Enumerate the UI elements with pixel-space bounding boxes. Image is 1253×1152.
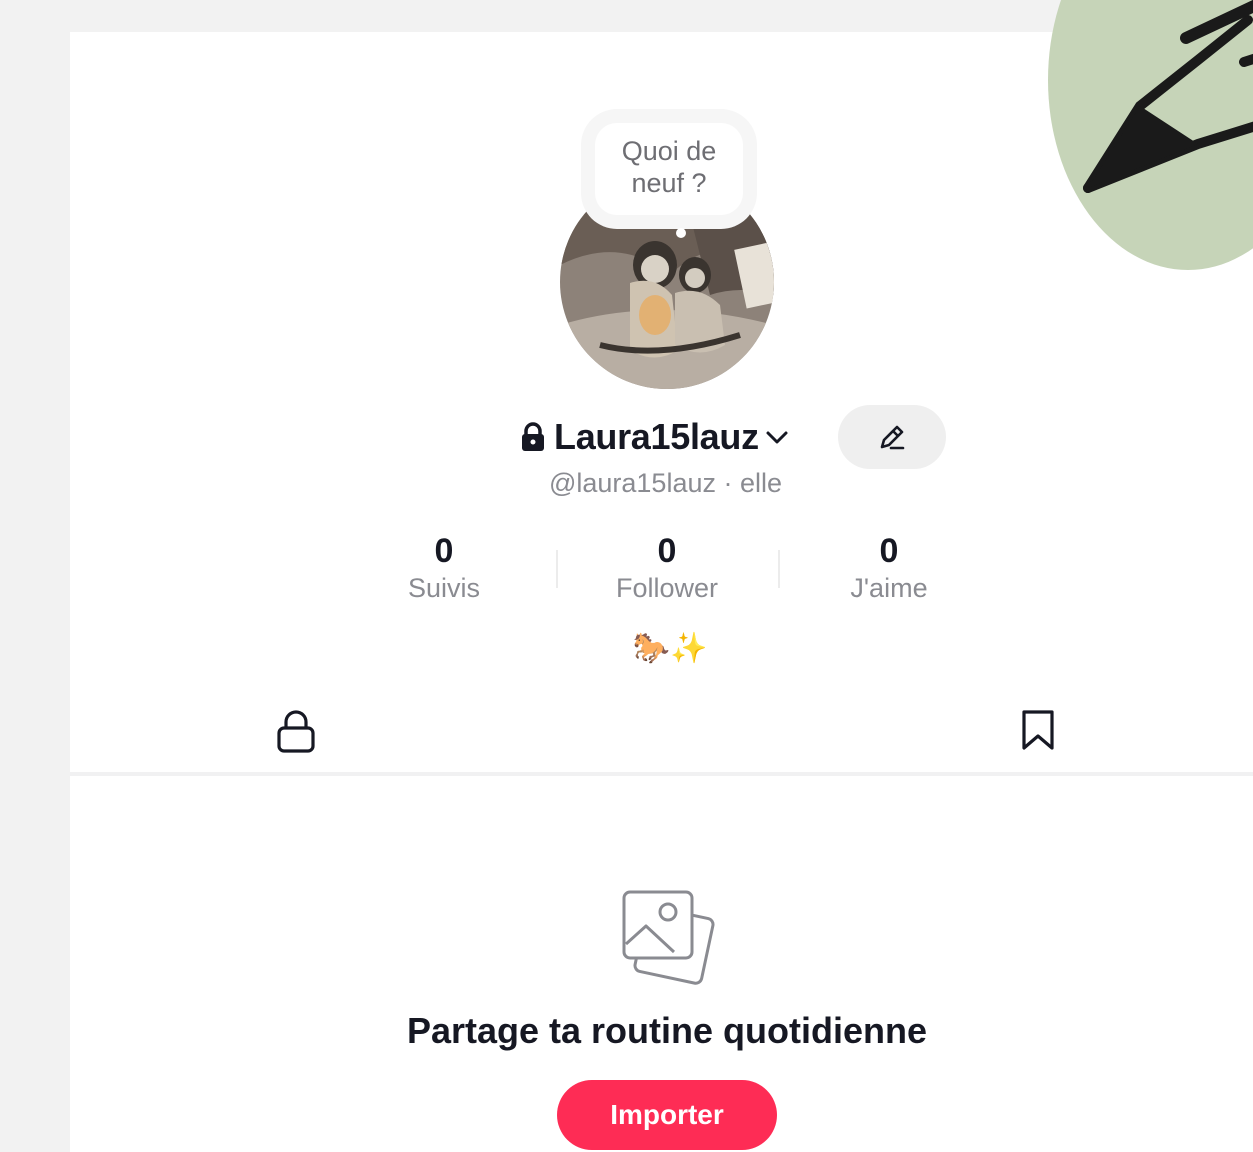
stat-label: Suivis <box>407 573 481 603</box>
stat-following[interactable]: 0 Suivis <box>344 532 544 606</box>
stat-label: J'aime <box>850 573 928 603</box>
stat-value: 0 <box>879 532 899 570</box>
status-bubble-text: Quoi de neuf ? <box>621 136 717 198</box>
stat-likes[interactable]: 0 J'aime <box>789 532 989 606</box>
pen-illustration-icon <box>1048 0 1253 270</box>
tabs-divider <box>70 772 1253 776</box>
username-row[interactable]: Laura15lauz <box>520 414 791 460</box>
status-bubble[interactable]: Quoi de neuf ? <box>595 123 743 215</box>
user-handle-row: @laura15lauz · elle <box>0 468 1253 499</box>
stat-value: 0 <box>434 532 454 570</box>
pencil-icon <box>880 425 905 450</box>
profile-bio: 🐎✨ <box>632 631 708 665</box>
edit-profile-button[interactable] <box>838 405 946 469</box>
stat-value: 0 <box>657 532 677 570</box>
display-name: Laura15lauz <box>554 416 759 457</box>
status-bubble-tail <box>676 228 686 238</box>
stat-followers[interactable]: 0 Follower <box>567 532 767 606</box>
chevron-down-icon[interactable] <box>763 426 791 448</box>
lock-icon <box>522 422 544 451</box>
upload-button[interactable]: Importer <box>557 1080 777 1150</box>
bookmark-icon[interactable] <box>1020 708 1056 752</box>
stat-divider <box>778 550 780 588</box>
empty-state-title: Partage ta routine quotidienne <box>406 1010 928 1051</box>
photos-icon <box>622 890 715 985</box>
lock-tab-icon[interactable] <box>276 708 316 754</box>
stat-label: Follower <box>615 573 719 603</box>
stat-divider <box>556 550 558 588</box>
user-handle: @laura15lauz · elle <box>548 468 783 498</box>
